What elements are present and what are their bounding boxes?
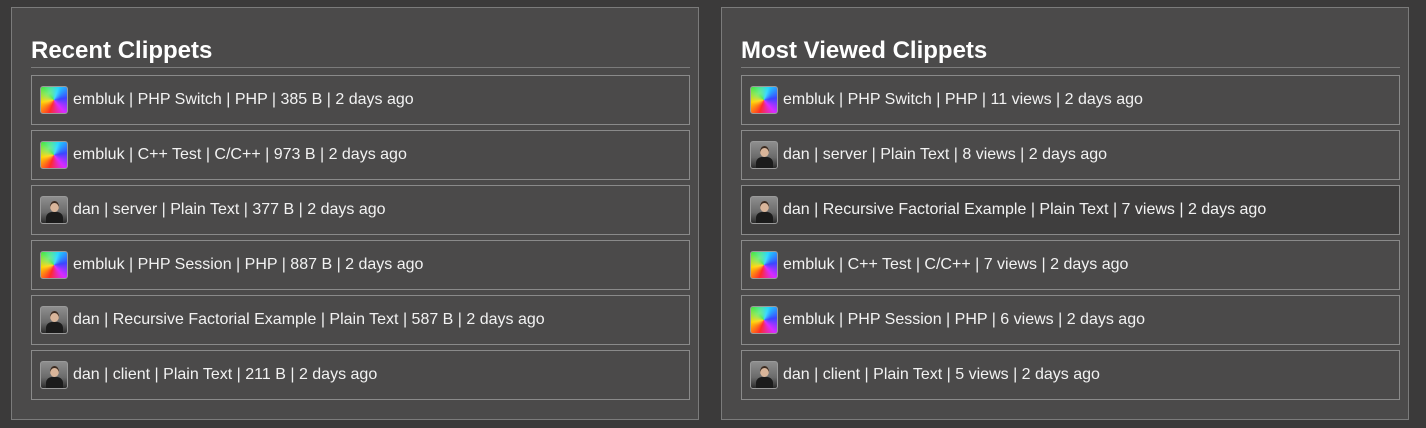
- clippet-item[interactable]: dan | server | Plain Text | 377 B | 2 da…: [31, 185, 690, 235]
- clippet-item[interactable]: embluk | PHP Switch | PHP | 11 views | 2…: [741, 75, 1400, 125]
- clippet-item[interactable]: dan | Recursive Factorial Example | Plai…: [741, 185, 1400, 235]
- rainbow-avatar-icon: [40, 141, 68, 169]
- clippet-item[interactable]: embluk | PHP Session | PHP | 6 views | 2…: [741, 295, 1400, 345]
- user-photo-avatar-icon: [40, 306, 68, 334]
- clippet-item[interactable]: dan | Recursive Factorial Example | Plai…: [31, 295, 690, 345]
- clippet-item-label: embluk | PHP Session | PHP | 6 views | 2…: [783, 311, 1145, 328]
- clippet-item-label: dan | Recursive Factorial Example | Plai…: [73, 311, 545, 328]
- clippet-item[interactable]: embluk | PHP Switch | PHP | 385 B | 2 da…: [31, 75, 690, 125]
- title-divider: [31, 67, 690, 68]
- recent-clippets-panel: Recent Clippets embluk | PHP Switch | PH…: [11, 7, 699, 420]
- clippet-item-label: dan | server | Plain Text | 377 B | 2 da…: [73, 201, 386, 218]
- clippet-item-label: dan | Recursive Factorial Example | Plai…: [783, 201, 1267, 218]
- clippet-item-label: dan | server | Plain Text | 8 views | 2 …: [783, 146, 1108, 163]
- clippet-item[interactable]: embluk | PHP Session | PHP | 887 B | 2 d…: [31, 240, 690, 290]
- user-photo-avatar-icon: [750, 361, 778, 389]
- clippet-item-label: dan | client | Plain Text | 5 views | 2 …: [783, 366, 1100, 383]
- clippet-item[interactable]: embluk | C++ Test | C/C++ | 7 views | 2 …: [741, 240, 1400, 290]
- user-photo-avatar-icon: [750, 196, 778, 224]
- clippet-item[interactable]: dan | client | Plain Text | 211 B | 2 da…: [31, 350, 690, 400]
- user-photo-avatar-icon: [40, 196, 68, 224]
- clippet-item-label: dan | client | Plain Text | 211 B | 2 da…: [73, 366, 378, 383]
- recent-clippets-list: embluk | PHP Switch | PHP | 385 B | 2 da…: [31, 75, 690, 405]
- title-divider: [741, 67, 1400, 68]
- user-photo-avatar-icon: [750, 141, 778, 169]
- clippet-item[interactable]: dan | client | Plain Text | 5 views | 2 …: [741, 350, 1400, 400]
- clippet-item-label: embluk | PHP Switch | PHP | 11 views | 2…: [783, 91, 1143, 108]
- rainbow-avatar-icon: [750, 251, 778, 279]
- most-viewed-clippets-list: embluk | PHP Switch | PHP | 11 views | 2…: [741, 75, 1400, 405]
- rainbow-avatar-icon: [40, 251, 68, 279]
- user-photo-avatar-icon: [40, 361, 68, 389]
- clippet-item-label: embluk | PHP Session | PHP | 887 B | 2 d…: [73, 256, 424, 273]
- rainbow-avatar-icon: [750, 306, 778, 334]
- most-viewed-clippets-panel: Most Viewed Clippets embluk | PHP Switch…: [721, 7, 1409, 420]
- clippet-item[interactable]: dan | server | Plain Text | 8 views | 2 …: [741, 130, 1400, 180]
- rainbow-avatar-icon: [750, 86, 778, 114]
- clippet-item-label: embluk | C++ Test | C/C++ | 7 views | 2 …: [783, 256, 1129, 273]
- clippet-item-label: embluk | C++ Test | C/C++ | 973 B | 2 da…: [73, 146, 407, 163]
- rainbow-avatar-icon: [40, 86, 68, 114]
- most-viewed-clippets-title: Most Viewed Clippets: [741, 37, 988, 64]
- recent-clippets-title: Recent Clippets: [31, 37, 213, 64]
- clippet-item[interactable]: embluk | C++ Test | C/C++ | 973 B | 2 da…: [31, 130, 690, 180]
- clippet-item-label: embluk | PHP Switch | PHP | 385 B | 2 da…: [73, 91, 414, 108]
